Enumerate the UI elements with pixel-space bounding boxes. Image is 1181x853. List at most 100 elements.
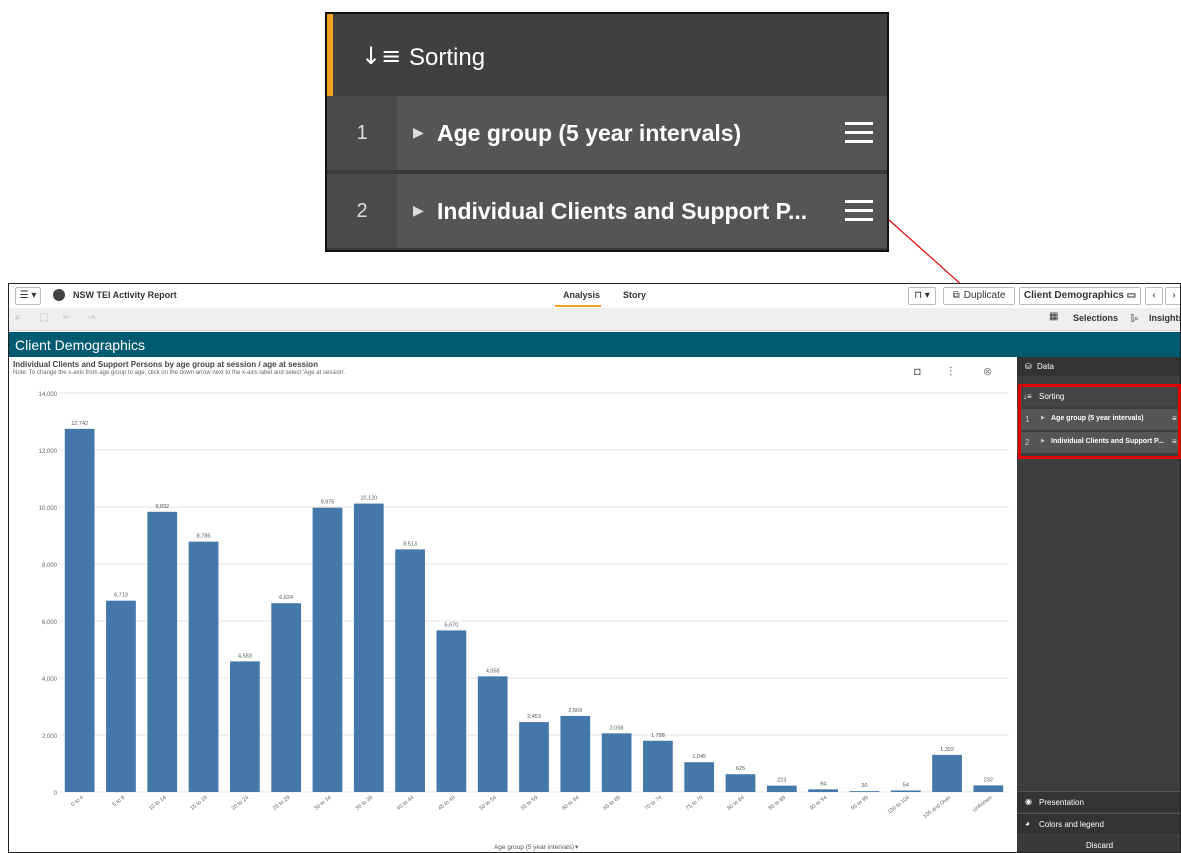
x-tick-label: 60 to 64 xyxy=(561,795,580,812)
x-tick-label: 75 to 79 xyxy=(685,795,704,812)
hamburger-menu-icon[interactable]: ☰ ▾ xyxy=(15,287,41,305)
bar[interactable] xyxy=(147,511,178,792)
colors-section-header[interactable]: ◕ Colors and legend xyxy=(1017,813,1180,834)
y-tick-label: 0 xyxy=(54,791,58,797)
bookmark-icon[interactable]: ⊓ ▾ xyxy=(908,287,936,305)
bar[interactable] xyxy=(601,733,632,792)
bar[interactable] xyxy=(395,549,425,792)
bar[interactable] xyxy=(312,507,343,792)
data-label: 2,453 xyxy=(527,714,541,720)
bar[interactable] xyxy=(808,789,838,792)
step-back-icon[interactable]: ⇤ xyxy=(63,312,71,323)
data-label: 9,832 xyxy=(155,504,169,510)
tab-story[interactable]: Story xyxy=(623,290,646,300)
insights-button[interactable]: Insights xyxy=(1149,313,1180,323)
bar-chart: 0 2,000 4,000 6,000 8,000 10,000 12,000 14,000 1… xyxy=(39,392,1009,851)
step-forward-icon[interactable]: ⇥ xyxy=(87,312,95,323)
x-tick-label: 15 to 19 xyxy=(189,795,208,812)
data-label: 5,670 xyxy=(445,622,459,628)
data-label: 4,058 xyxy=(486,668,500,674)
duplicate-label: Duplicate xyxy=(963,290,1006,301)
data-label: 9,975 xyxy=(321,500,335,506)
data-label: 1,045 xyxy=(692,754,706,760)
presentation-label: Presentation xyxy=(1039,798,1084,807)
bar[interactable] xyxy=(436,630,467,792)
bar[interactable] xyxy=(684,762,715,792)
bar[interactable] xyxy=(477,676,508,792)
data-label: 1,798 xyxy=(651,733,665,739)
x-tick-label: 20 to 24 xyxy=(231,795,250,812)
next-sheet-button[interactable]: › xyxy=(1165,287,1180,305)
duplicate-icon: ⧉ xyxy=(952,290,960,301)
x-tick-label: 35 to 39 xyxy=(355,795,374,812)
bar[interactable] xyxy=(849,791,880,792)
y-tick-label: 2,000 xyxy=(42,734,58,740)
bar[interactable] xyxy=(188,541,219,792)
bar[interactable] xyxy=(271,603,302,792)
x-tick-label: 30 to 34 xyxy=(313,795,332,812)
sheet-selector-label: Client Demographics xyxy=(1023,290,1124,301)
data-label: 2,669 xyxy=(568,708,582,714)
data-label: 223 xyxy=(777,778,786,784)
x-tick-label: 90 to 94 xyxy=(809,795,828,812)
bar[interactable] xyxy=(519,722,549,792)
bar[interactable] xyxy=(560,715,591,792)
duplicate-button[interactable]: ⧉ Duplicate xyxy=(943,287,1015,305)
top-bar: ☰ ▾ NSW TEI Activity Report Analysis Sto… xyxy=(9,284,1180,317)
bar[interactable] xyxy=(932,754,962,792)
bar[interactable] xyxy=(973,785,1004,792)
bar[interactable] xyxy=(230,661,260,792)
previous-sheet-button[interactable]: ‹ xyxy=(1145,287,1163,305)
data-label: 94 xyxy=(820,781,826,787)
y-tick-label: 4,000 xyxy=(42,677,58,683)
data-label: 12,742 xyxy=(71,421,88,427)
data-label: 10,120 xyxy=(360,496,377,502)
smart-search-icon[interactable]: ⌕ xyxy=(15,312,21,323)
globe-icon xyxy=(53,289,65,301)
x-tick-label: 0 to 4 xyxy=(70,795,85,808)
selections-button[interactable]: Selections xyxy=(1073,313,1118,323)
x-tick-label: 95 to 99 xyxy=(850,795,869,812)
x-tick-label: 100 to 104 xyxy=(887,795,911,816)
selection-tool-icon[interactable]: ⬚ xyxy=(39,312,48,323)
presentation-section-header[interactable]: ◉ Presentation xyxy=(1017,791,1180,812)
sheet-selector[interactable]: Client Demographics ▭ ▾ xyxy=(1019,287,1141,317)
tab-analysis[interactable]: Analysis xyxy=(563,290,600,300)
insights-icon: ⫿⌕ xyxy=(1131,313,1139,323)
bar[interactable] xyxy=(725,774,756,792)
x-tick-label: 65 to 69 xyxy=(602,795,621,812)
x-tick-label: 25 to 29 xyxy=(272,795,291,812)
data-label: 54 xyxy=(903,782,909,788)
x-tick-label: 45 to 49 xyxy=(437,795,456,812)
bar[interactable] xyxy=(353,503,384,792)
x-axis-label[interactable]: Age group (5 year intervals) xyxy=(494,844,574,851)
x-tick-label: 85 to 89 xyxy=(768,795,787,812)
x-tick-label: Unknown xyxy=(972,795,994,814)
data-label: 2,058 xyxy=(610,725,624,731)
y-tick-label: 10,000 xyxy=(39,506,58,512)
data-label: 4,583 xyxy=(238,653,252,659)
data-section-header[interactable]: ⛁ Data xyxy=(1017,357,1180,376)
discard-label: Discard xyxy=(1085,841,1114,850)
database-icon: ⛁ xyxy=(1025,362,1032,371)
x-tick-label: 55 to 59 xyxy=(520,795,539,812)
sheet-title: Client Demographics xyxy=(15,337,145,353)
bar[interactable] xyxy=(766,785,797,792)
selections-icon: ▦ xyxy=(1049,311,1059,322)
chevron-down-icon[interactable]: ▾ xyxy=(575,844,579,851)
y-tick-label: 6,000 xyxy=(42,620,58,626)
chart-panel[interactable]: Individual Clients and Support Persons b… xyxy=(9,357,1015,852)
x-tick-label: 40 to 44 xyxy=(396,795,415,812)
bar[interactable] xyxy=(106,600,136,792)
x-tick-label: 70 to 74 xyxy=(644,795,663,812)
bar[interactable] xyxy=(643,740,673,792)
data-label: 6,624 xyxy=(279,595,293,601)
data-label: 8,513 xyxy=(403,541,417,547)
data-label: 8,785 xyxy=(197,534,211,540)
y-tick-label: 14,000 xyxy=(39,392,58,398)
discard-button[interactable]: Discard xyxy=(1017,837,1180,852)
bar[interactable] xyxy=(64,428,95,792)
sheet-title-bar: Client Demographics xyxy=(9,332,1180,357)
x-tick-label: 105 and Over xyxy=(922,795,952,820)
bar[interactable] xyxy=(890,790,921,792)
